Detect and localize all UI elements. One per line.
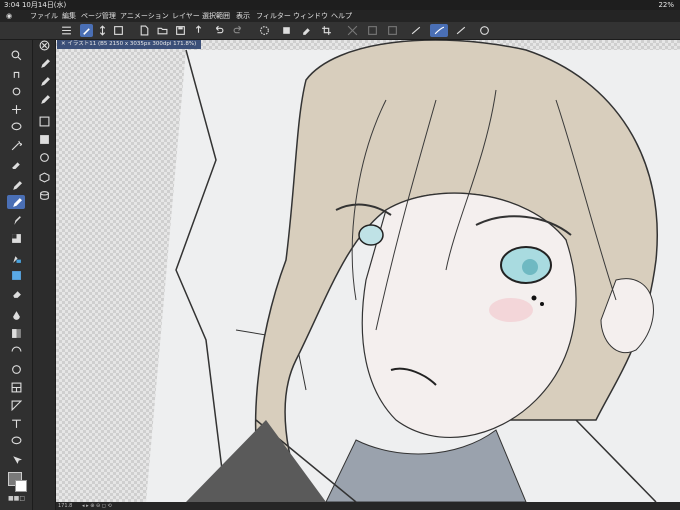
undo-icon[interactable] (212, 24, 225, 37)
hand-icon[interactable] (7, 66, 25, 80)
menu-window[interactable]: ウィンドウ (293, 10, 328, 22)
menu-icon[interactable] (60, 24, 73, 37)
transform-icon[interactable] (112, 24, 125, 37)
open-icon[interactable] (156, 24, 169, 37)
nav-icons[interactable]: ◂ ▸ ⊕ ⊖ ◻ ⟲ (82, 502, 112, 510)
rotate-view-icon[interactable] (7, 84, 25, 98)
text-icon[interactable] (7, 416, 25, 430)
menu-page[interactable]: ページ管理 (81, 10, 116, 22)
tool-palette: ■■□ (0, 40, 33, 510)
crop-icon[interactable] (320, 24, 333, 37)
blend-icon[interactable] (7, 251, 25, 265)
stroke-icon[interactable] (410, 24, 423, 37)
move-icon[interactable] (7, 102, 25, 116)
subtool-cylinder-icon[interactable] (35, 188, 53, 202)
menu-animation[interactable]: アニメーション (120, 10, 169, 22)
menu-selection[interactable]: 選択範囲 (202, 10, 230, 22)
select-icon[interactable] (366, 24, 379, 37)
pen-tool-icon[interactable] (7, 178, 25, 192)
brush-tool-icon[interactable] (7, 195, 25, 209)
new-icon[interactable] (138, 24, 151, 37)
fill-tool-icon[interactable] (7, 268, 25, 282)
close-icon[interactable] (35, 38, 53, 52)
stroke-alt-icon[interactable] (430, 24, 448, 37)
menu-help[interactable]: ヘルプ (331, 10, 352, 22)
mole-1 (531, 295, 537, 301)
zoom-value[interactable]: 171.8 (58, 502, 72, 510)
menu-layer[interactable]: レイヤー (172, 10, 200, 22)
drop-icon[interactable] (7, 308, 25, 322)
menu-file[interactable]: ファイル (30, 10, 58, 22)
menu-filter[interactable]: フィルター (256, 10, 291, 22)
command-bar (0, 22, 680, 40)
status-time: 3:04 (4, 1, 20, 9)
help-icon[interactable] (478, 24, 491, 37)
blush (489, 298, 533, 322)
correct-line-icon[interactable] (7, 452, 25, 466)
redo-icon[interactable] (232, 24, 245, 37)
left-eye (358, 224, 384, 246)
artwork (146, 40, 680, 502)
subtool-stack-icon[interactable] (35, 150, 53, 164)
figure-icon[interactable] (7, 362, 25, 376)
balloon-icon[interactable] (7, 434, 25, 448)
sub-tool-palette (33, 40, 56, 510)
decoration-icon[interactable] (7, 231, 25, 245)
pen-icon[interactable] (80, 24, 93, 37)
right-iris (522, 259, 538, 275)
settings-icon[interactable] (452, 24, 470, 37)
zoom-icon[interactable] (7, 48, 25, 62)
eraser-icon[interactable] (300, 24, 313, 37)
menu-edit[interactable]: 編集 (62, 10, 76, 22)
status-time-date: 3:04 10月14日(水) (4, 0, 66, 10)
export-icon[interactable] (192, 24, 205, 37)
status-bar: 3:04 10月14日(水) 22% (0, 0, 680, 10)
shape-icon[interactable] (7, 344, 25, 358)
color-mode-icons[interactable]: ■■□ (8, 495, 25, 502)
mole-2 (540, 302, 544, 306)
status-battery: 22% (658, 1, 674, 9)
lasso-icon[interactable] (258, 24, 271, 37)
document-tab[interactable]: ✕ イラスト11 (B5 2150 x 3035px 300dpi 171.8%… (57, 40, 201, 49)
save-icon[interactable] (174, 24, 187, 37)
subtool-cube-icon[interactable] (35, 170, 53, 184)
rotate-icon[interactable] (96, 24, 109, 37)
brush-icon[interactable] (386, 24, 399, 37)
canvas[interactable] (56, 40, 680, 502)
layer-icon[interactable] (346, 24, 359, 37)
app-icon[interactable]: ◉ (6, 10, 12, 22)
status-footer: 171.8 ◂ ▸ ⊕ ⊖ ◻ ⟲ (56, 502, 680, 510)
menu-bar: ◉ ファイル 編集 ページ管理 アニメーション レイヤー 選択範囲 表示 フィル… (0, 10, 680, 22)
subtool-pen-b-icon[interactable] (35, 74, 53, 88)
airbrush-icon[interactable] (7, 213, 25, 227)
status-date: 10月14日(水) (21, 1, 67, 9)
lasso-select-icon[interactable] (7, 120, 25, 134)
ruler-icon[interactable] (7, 398, 25, 412)
gradient-icon[interactable] (7, 326, 25, 340)
frame-icon[interactable] (7, 380, 25, 394)
magic-wand-icon[interactable] (7, 138, 25, 152)
eyedropper-icon[interactable] (7, 156, 25, 170)
subtool-grid-icon[interactable] (35, 132, 53, 146)
eraser-tool-icon[interactable] (7, 286, 25, 300)
document-title: イラスト11 (B5 2150 x 3035px 300dpi 171.8%) (67, 41, 197, 47)
menu-view[interactable]: 表示 (236, 10, 250, 22)
subtool-layer-icon[interactable] (35, 114, 53, 128)
sub-color-swatch[interactable] (15, 480, 27, 492)
subtool-pen-a-icon[interactable] (35, 56, 53, 70)
subtool-pen-c-icon[interactable] (35, 92, 53, 106)
fill-icon[interactable] (280, 24, 293, 37)
